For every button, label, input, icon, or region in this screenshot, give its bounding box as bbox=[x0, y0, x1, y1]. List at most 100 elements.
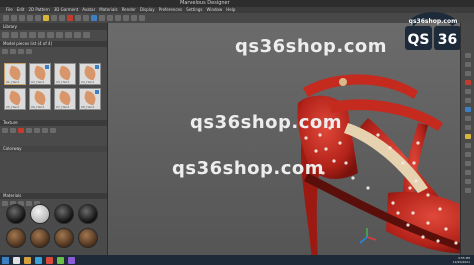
thumbnail-item[interactable]: 04_Hand bbox=[79, 63, 101, 85]
selection-marker-icon bbox=[95, 65, 99, 69]
right-toolbar bbox=[460, 23, 474, 255]
tool-button[interactable] bbox=[464, 188, 471, 193]
tool-button[interactable] bbox=[26, 128, 32, 133]
tool-button[interactable] bbox=[464, 152, 471, 157]
windows-start-icon[interactable] bbox=[2, 256, 9, 264]
tool-button[interactable] bbox=[10, 128, 16, 133]
material-swatch[interactable] bbox=[30, 204, 50, 224]
material-swatch[interactable] bbox=[78, 228, 98, 248]
tool-button[interactable] bbox=[464, 125, 471, 130]
hand-shape-icon bbox=[7, 65, 23, 81]
tool-button[interactable] bbox=[27, 15, 33, 21]
tool-button[interactable] bbox=[65, 32, 72, 38]
tool-button[interactable] bbox=[464, 134, 471, 139]
material-section-header[interactable]: Materials bbox=[0, 193, 107, 199]
panel-header: Library bbox=[0, 23, 107, 30]
library-row-tools bbox=[2, 49, 105, 55]
texture-section-header[interactable]: Texture bbox=[0, 120, 107, 126]
tool-button[interactable] bbox=[464, 107, 471, 112]
library-title: Model pieces list (4 of 4) bbox=[0, 41, 107, 47]
tool-button[interactable] bbox=[464, 53, 471, 58]
tool-button[interactable] bbox=[464, 143, 471, 148]
tool-button[interactable] bbox=[11, 15, 17, 21]
tool-button[interactable] bbox=[20, 32, 27, 38]
system-tray[interactable]: 4:55 PM 12/20/2021 bbox=[453, 255, 470, 265]
tool-button[interactable] bbox=[123, 15, 129, 21]
library-panel: Library Model pieces list (4 of 4) 01_Ha… bbox=[0, 23, 108, 255]
tool-button[interactable] bbox=[2, 32, 9, 38]
tool-button[interactable] bbox=[42, 128, 48, 133]
taskbar: 4:55 PM 12/20/2021 bbox=[0, 255, 474, 265]
tool-button[interactable] bbox=[43, 15, 49, 21]
tool-button[interactable] bbox=[3, 15, 9, 21]
tool-button[interactable] bbox=[464, 116, 471, 121]
material-swatch[interactable] bbox=[54, 228, 74, 248]
file-explorer-icon[interactable] bbox=[24, 256, 31, 264]
material-swatch-grid bbox=[6, 204, 106, 248]
thumbnail-item[interactable]: 08_Hand bbox=[79, 88, 101, 110]
tool-button[interactable] bbox=[83, 32, 90, 38]
tool-button[interactable] bbox=[59, 15, 65, 21]
app-icon[interactable] bbox=[68, 256, 75, 264]
tool-button[interactable] bbox=[51, 15, 57, 21]
material-swatch[interactable] bbox=[54, 204, 74, 224]
tool-button[interactable] bbox=[67, 15, 73, 21]
thumbnail-item[interactable]: 03_Hand bbox=[54, 63, 76, 85]
tool-button[interactable] bbox=[464, 71, 471, 76]
tool-button[interactable] bbox=[464, 80, 471, 85]
tool-button[interactable] bbox=[26, 49, 32, 54]
material-swatch[interactable] bbox=[78, 204, 98, 224]
tool-button[interactable] bbox=[464, 161, 471, 166]
search-icon[interactable] bbox=[13, 256, 20, 264]
colorway-section-header[interactable]: Colorway bbox=[0, 146, 107, 152]
thumbnail-label: 05_Hand bbox=[6, 105, 20, 109]
tool-button[interactable] bbox=[464, 170, 471, 175]
thumbnail-item[interactable]: 06_Hand bbox=[29, 88, 51, 110]
hand-shape-icon bbox=[57, 65, 73, 81]
tool-button[interactable] bbox=[50, 128, 56, 133]
tool-button[interactable] bbox=[19, 15, 25, 21]
tool-button[interactable] bbox=[464, 62, 471, 67]
selection-marker-icon bbox=[45, 65, 49, 69]
tool-button[interactable] bbox=[139, 15, 145, 21]
tool-button[interactable] bbox=[47, 32, 54, 38]
tool-button[interactable] bbox=[115, 15, 121, 21]
tool-button[interactable] bbox=[131, 15, 137, 21]
tool-button[interactable] bbox=[18, 128, 24, 133]
qs36-logo: qs36shop.com QS 36 bbox=[405, 12, 461, 50]
thumbnail-item[interactable]: 01_Hand bbox=[4, 63, 26, 85]
material-swatch[interactable] bbox=[6, 228, 26, 248]
tool-button[interactable] bbox=[35, 15, 41, 21]
tool-button[interactable] bbox=[464, 98, 471, 103]
thumbnail-item[interactable]: 05_Hand bbox=[4, 88, 26, 110]
tool-button[interactable] bbox=[2, 128, 8, 133]
clock-date: 12/20/2021 bbox=[452, 260, 470, 264]
tool-button[interactable] bbox=[91, 15, 97, 21]
tool-button[interactable] bbox=[464, 89, 471, 94]
tool-button[interactable] bbox=[74, 32, 81, 38]
tool-button[interactable] bbox=[107, 15, 113, 21]
app-icon[interactable] bbox=[46, 256, 53, 264]
tool-button[interactable] bbox=[56, 32, 63, 38]
tool-button[interactable] bbox=[10, 49, 16, 54]
tool-button[interactable] bbox=[11, 32, 18, 38]
material-swatch[interactable] bbox=[30, 228, 50, 248]
material-swatch[interactable] bbox=[6, 204, 26, 224]
app-icon[interactable] bbox=[57, 256, 64, 264]
tool-button[interactable] bbox=[34, 128, 40, 133]
tool-button[interactable] bbox=[464, 179, 471, 184]
thumbnail-item[interactable]: 07_Hand bbox=[54, 88, 76, 110]
thumbnail-label: 02_Hand bbox=[31, 80, 45, 84]
tool-button[interactable] bbox=[29, 32, 36, 38]
thumbnail-item[interactable]: 02_Hand bbox=[29, 63, 51, 85]
tool-button[interactable] bbox=[18, 49, 24, 54]
tool-button[interactable] bbox=[2, 49, 8, 54]
tool-button[interactable] bbox=[38, 32, 45, 38]
tool-button[interactable] bbox=[75, 15, 81, 21]
app-window: Marvelous Designer File Edit 2D Pattern … bbox=[0, 0, 474, 265]
tool-button[interactable] bbox=[83, 15, 89, 21]
tool-button[interactable] bbox=[99, 15, 105, 21]
logo-right-text: 36 bbox=[438, 32, 457, 48]
logo-top-text: qs36shop.com bbox=[409, 18, 458, 25]
browser-icon[interactable] bbox=[35, 256, 42, 264]
